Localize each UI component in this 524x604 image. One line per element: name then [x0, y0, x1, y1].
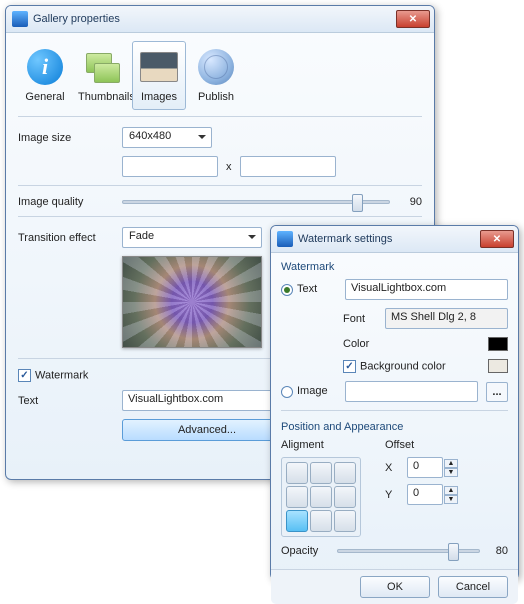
align-br[interactable] [334, 510, 356, 532]
image-height-input[interactable] [240, 156, 336, 177]
titlebar[interactable]: Watermark settings ✕ [271, 226, 518, 253]
offset-y-spinner[interactable]: 0▲▼ [407, 484, 458, 505]
align-tr[interactable] [334, 462, 356, 484]
font-field[interactable]: MS Shell Dlg 2, 8 [385, 308, 508, 329]
watermark-checkbox[interactable]: Watermark [18, 369, 88, 382]
position-group-label: Position and Appearance [281, 421, 508, 433]
opacity-slider[interactable] [337, 549, 480, 553]
images-icon [140, 52, 178, 82]
image-size-label: Image size [18, 132, 114, 144]
opacity-value: 80 [488, 545, 508, 557]
image-path-input[interactable] [345, 381, 478, 402]
transition-label: Transition effect [18, 232, 114, 244]
align-ml[interactable] [286, 486, 308, 508]
tab-strip: i General Thumbnails Images Publish [18, 41, 422, 110]
tab-general[interactable]: i General [18, 41, 72, 110]
close-button[interactable]: ✕ [396, 10, 430, 28]
image-quality-label: Image quality [18, 196, 114, 208]
opacity-label: Opacity [281, 545, 329, 557]
align-mc[interactable] [310, 486, 332, 508]
color-label: Color [343, 338, 480, 350]
text-radio[interactable]: Text [281, 283, 337, 295]
app-icon [277, 231, 293, 247]
align-mr[interactable] [334, 486, 356, 508]
slider-thumb[interactable] [352, 194, 363, 212]
globe-icon [198, 49, 234, 85]
offset-label: Offset [385, 439, 458, 451]
thumbnails-icon [84, 49, 120, 85]
close-button[interactable]: ✕ [480, 230, 514, 248]
advanced-button[interactable]: Advanced... [122, 419, 292, 441]
alignment-grid[interactable] [281, 457, 361, 537]
watermark-text-input[interactable]: VisualLightbox.com [122, 390, 292, 411]
image-radio[interactable]: Image [281, 385, 337, 397]
chevron-up-icon: ▲ [444, 459, 458, 468]
titlebar[interactable]: Gallery properties ✕ [6, 6, 434, 33]
tab-publish[interactable]: Publish [189, 41, 243, 110]
image-quality-value: 90 [398, 196, 422, 208]
text-label: Text [18, 395, 114, 407]
browse-button[interactable]: ... [486, 382, 508, 402]
image-size-combo[interactable]: 640x480 [122, 127, 212, 148]
alignment-label: Aligment [281, 439, 377, 451]
transition-combo[interactable]: Fade [122, 227, 262, 248]
align-tc[interactable] [310, 462, 332, 484]
window-title: Watermark settings [298, 233, 480, 245]
chevron-down-icon: ▼ [444, 495, 458, 504]
align-tl[interactable] [286, 462, 308, 484]
offset-x-spinner[interactable]: 0▲▼ [407, 457, 458, 478]
watermark-group-label: Watermark [281, 261, 508, 273]
color-swatch[interactable] [488, 337, 508, 351]
x-separator: x [226, 161, 232, 173]
watermark-text-input[interactable]: VisualLightbox.com [345, 279, 508, 300]
chevron-up-icon: ▲ [444, 486, 458, 495]
chevron-down-icon: ▼ [444, 468, 458, 477]
font-label: Font [343, 313, 377, 325]
cancel-button[interactable]: Cancel [438, 576, 508, 598]
image-quality-slider[interactable] [122, 200, 390, 204]
info-icon: i [27, 49, 63, 85]
transition-preview [122, 256, 262, 348]
bgcolor-checkbox[interactable]: Background color [343, 360, 480, 373]
tab-images[interactable]: Images [132, 41, 186, 110]
align-bl[interactable] [286, 510, 308, 532]
slider-thumb[interactable] [448, 543, 459, 561]
ok-button[interactable]: OK [360, 576, 430, 598]
tab-thumbnails[interactable]: Thumbnails [75, 41, 129, 110]
align-bc[interactable] [310, 510, 332, 532]
watermark-settings-window: Watermark settings ✕ Watermark Text Visu… [270, 225, 519, 580]
app-icon [12, 11, 28, 27]
image-width-input[interactable] [122, 156, 218, 177]
bgcolor-swatch[interactable] [488, 359, 508, 373]
window-title: Gallery properties [33, 13, 396, 25]
